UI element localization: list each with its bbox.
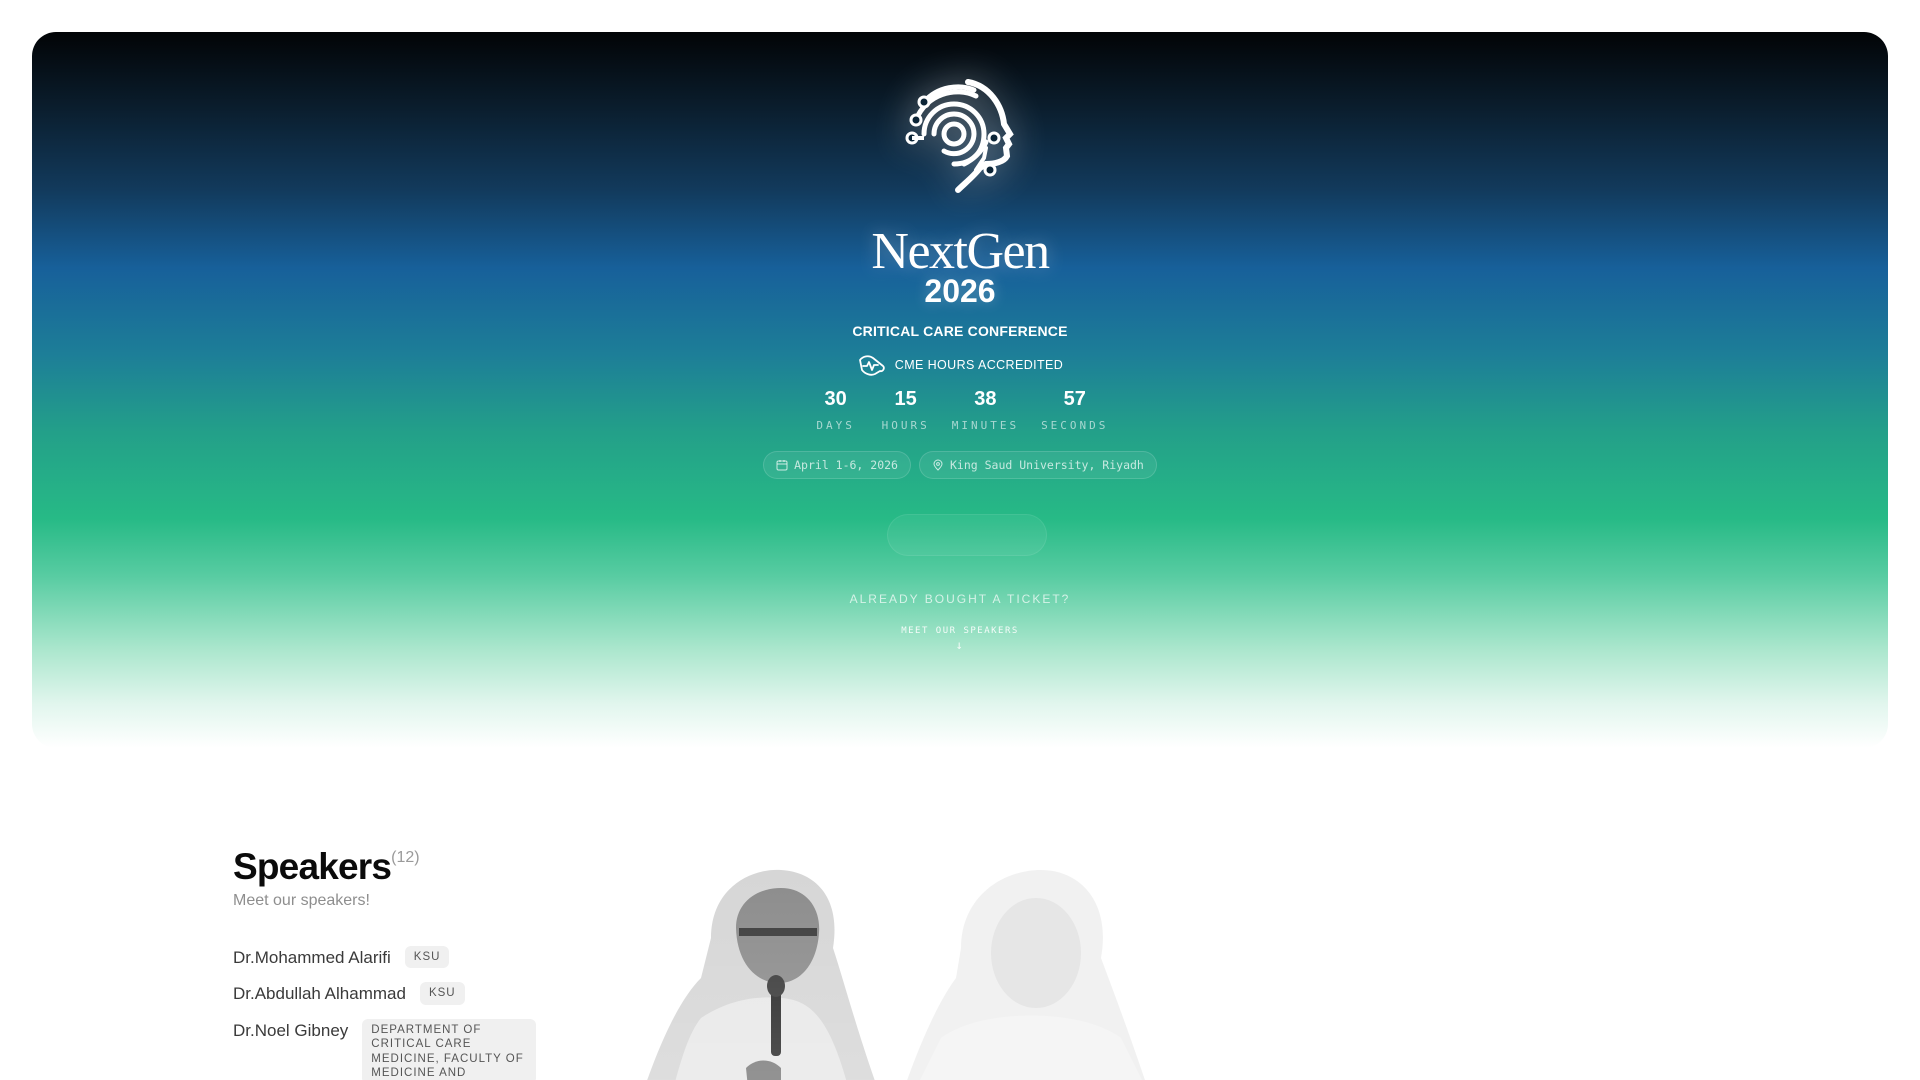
speaker-photo — [907, 870, 1145, 1080]
speaker-name: Dr.Noel Gibney — [233, 1020, 349, 1040]
countdown-label: HOURS — [881, 419, 930, 432]
buy-ticket-button[interactable] — [887, 514, 1047, 556]
speakers-list: Dr.Mohammed Alarifi KSU Dr.Abdullah Alha… — [233, 946, 563, 1080]
heartbeat-hand-icon — [858, 355, 885, 376]
speaker-item[interactable]: Dr.Noel Gibney DEPARTMENT OF CRITICAL CA… — [233, 1018, 563, 1080]
meet-speakers-link[interactable]: MEET OUR SPEAKERS ↓ — [32, 626, 1888, 652]
event-info-chips: April 1-6, 2026 King Saud University, Ri… — [32, 451, 1888, 479]
countdown-seconds: 57 SECONDS — [1041, 388, 1108, 432]
already-bought-link[interactable]: ALREADY BOUGHT A TICKET? — [32, 592, 1888, 606]
meet-speakers-label: MEET OUR SPEAKERS — [901, 626, 1019, 636]
countdown-value: 15 — [894, 388, 917, 410]
conference-tagline: CRITICAL CARE CONFERENCE — [852, 323, 1068, 339]
countdown-label: SECONDS — [1041, 419, 1109, 432]
countdown-value: 30 — [824, 388, 847, 410]
speaker-affiliation-tag: KSU — [404, 946, 450, 969]
brand-year: 2026 — [924, 273, 996, 309]
speakers-count: (12) — [391, 849, 420, 866]
map-pin-icon — [933, 459, 943, 471]
speaker-item[interactable]: Dr.Abdullah Alhammad KSU — [233, 982, 563, 1005]
speaker-photo — [641, 868, 891, 1080]
countdown-label: DAYS — [816, 419, 855, 432]
speaker-affiliation-tag: DEPARTMENT OF CRITICAL CARE MEDICINE, FA… — [362, 1018, 537, 1080]
countdown-days: 30 DAYS — [812, 388, 860, 432]
cme-label: CME HOURS ACCREDITED — [894, 358, 1064, 372]
speakers-section: Speakers (12) Meet our speakers! Dr.Moha… — [233, 846, 1693, 1080]
speaker-name: Dr.Mohammed Alarifi — [233, 948, 391, 967]
speaker-item[interactable]: Dr.Mohammed Alarifi KSU — [233, 946, 563, 969]
location-chip: King Saud University, Riyadh — [918, 451, 1157, 479]
countdown-timer: 30 DAYS 15 HOURS 38 MINUTES 57 SECONDS — [32, 388, 1888, 432]
location-text: King Saud University, Riyadh — [949, 458, 1144, 472]
countdown-value: 38 — [974, 388, 997, 410]
speaker-name: Dr.Abdullah Alhammad — [233, 984, 406, 1004]
arrow-down-icon: ↓ — [955, 638, 965, 652]
countdown-hours: 15 HOURS — [882, 388, 930, 432]
brain-circuit-logo-icon — [905, 79, 1014, 193]
cme-badge: CME HOURS ACCREDITED — [32, 352, 1888, 378]
date-text: April 1-6, 2026 — [794, 458, 898, 472]
countdown-label: MINUTES — [951, 419, 1020, 432]
calendar-icon — [776, 460, 788, 471]
date-chip: April 1-6, 2026 — [763, 451, 911, 479]
countdown-value: 57 — [1063, 388, 1086, 410]
hero-section: NextGen 2026 CRITICAL CARE CONFERENCE CM… — [32, 32, 1888, 748]
speakers-title: Speakers — [233, 846, 392, 887]
countdown-minutes: 38 MINUTES — [952, 388, 1019, 432]
speaker-affiliation-tag: KSU — [419, 982, 465, 1005]
